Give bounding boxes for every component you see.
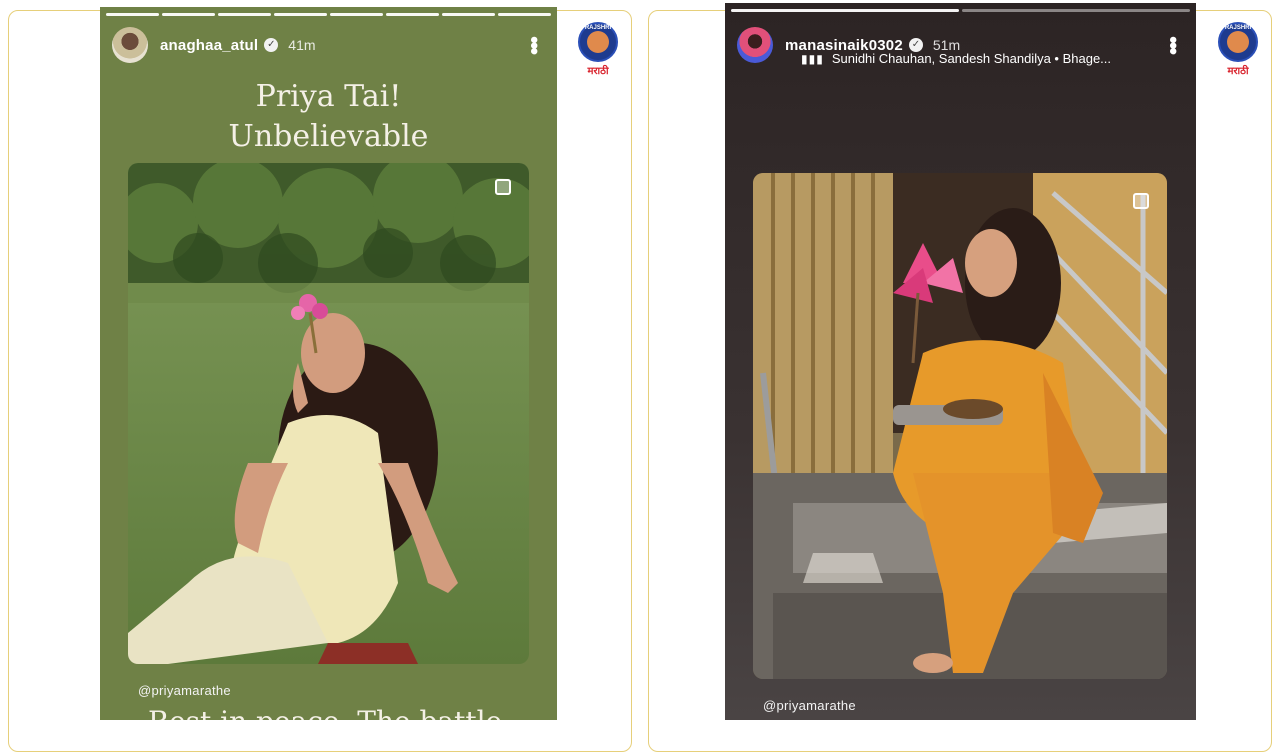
brand-label: मराठी <box>1227 66 1249 77</box>
music-info[interactable]: ▮▮▮ Sunidhi Chauhan, Sandesh Shandilya •… <box>801 51 1111 66</box>
verified-badge-icon: ✓ <box>264 38 279 52</box>
sticker-square-icon[interactable] <box>495 179 511 195</box>
brand-logo-left: RAJSHRI मराठी <box>578 22 618 77</box>
brand-logo-right: RAJSHRI मराठी <box>1218 22 1258 77</box>
rajshri-badge-icon: RAJSHRI <box>578 22 618 62</box>
more-options-icon[interactable]: ••• <box>1161 36 1186 53</box>
story-progress-bar <box>106 13 551 16</box>
post-time: 41m <box>288 37 316 53</box>
story-photo-image <box>753 173 1167 679</box>
verified-badge-icon: ✓ <box>908 38 923 52</box>
story-header: anaghaa_atul ✓ 41m ••• <box>112 27 547 63</box>
avatar[interactable] <box>737 27 773 63</box>
story-title-line1: Priya Tai! <box>255 79 402 114</box>
story-photo-image <box>128 163 529 664</box>
music-bars-icon: ▮▮▮ <box>801 51 824 66</box>
more-options-icon[interactable]: ••• <box>522 36 547 53</box>
rajshri-badge-icon: RAJSHRI <box>1218 22 1258 62</box>
story-photo <box>128 163 529 664</box>
mention-tag[interactable]: @priyamarathe <box>763 698 856 713</box>
music-text: Sunidhi Chauhan, Sandesh Shandilya • Bha… <box>831 51 1112 66</box>
right-story[interactable]: manasinaik0302 ✓ 51m ••• ▮▮▮ Sunidhi Cha… <box>725 3 1196 720</box>
story-bottom-text: Rest in peace. The battle <box>148 705 502 720</box>
avatar[interactable] <box>112 27 148 63</box>
story-progress-bar <box>731 9 1190 12</box>
mention-tag[interactable]: @priyamarathe <box>138 683 231 698</box>
username[interactable]: anaghaa_atul <box>160 37 258 54</box>
left-story[interactable]: anaghaa_atul ✓ 41m ••• Priya Tai! Unbeli… <box>100 7 557 720</box>
brand-label: मराठी <box>587 66 609 77</box>
story-photo <box>753 173 1167 679</box>
sticker-square-icon[interactable] <box>1133 193 1149 209</box>
story-title-line2: Unbelievable <box>228 119 429 154</box>
